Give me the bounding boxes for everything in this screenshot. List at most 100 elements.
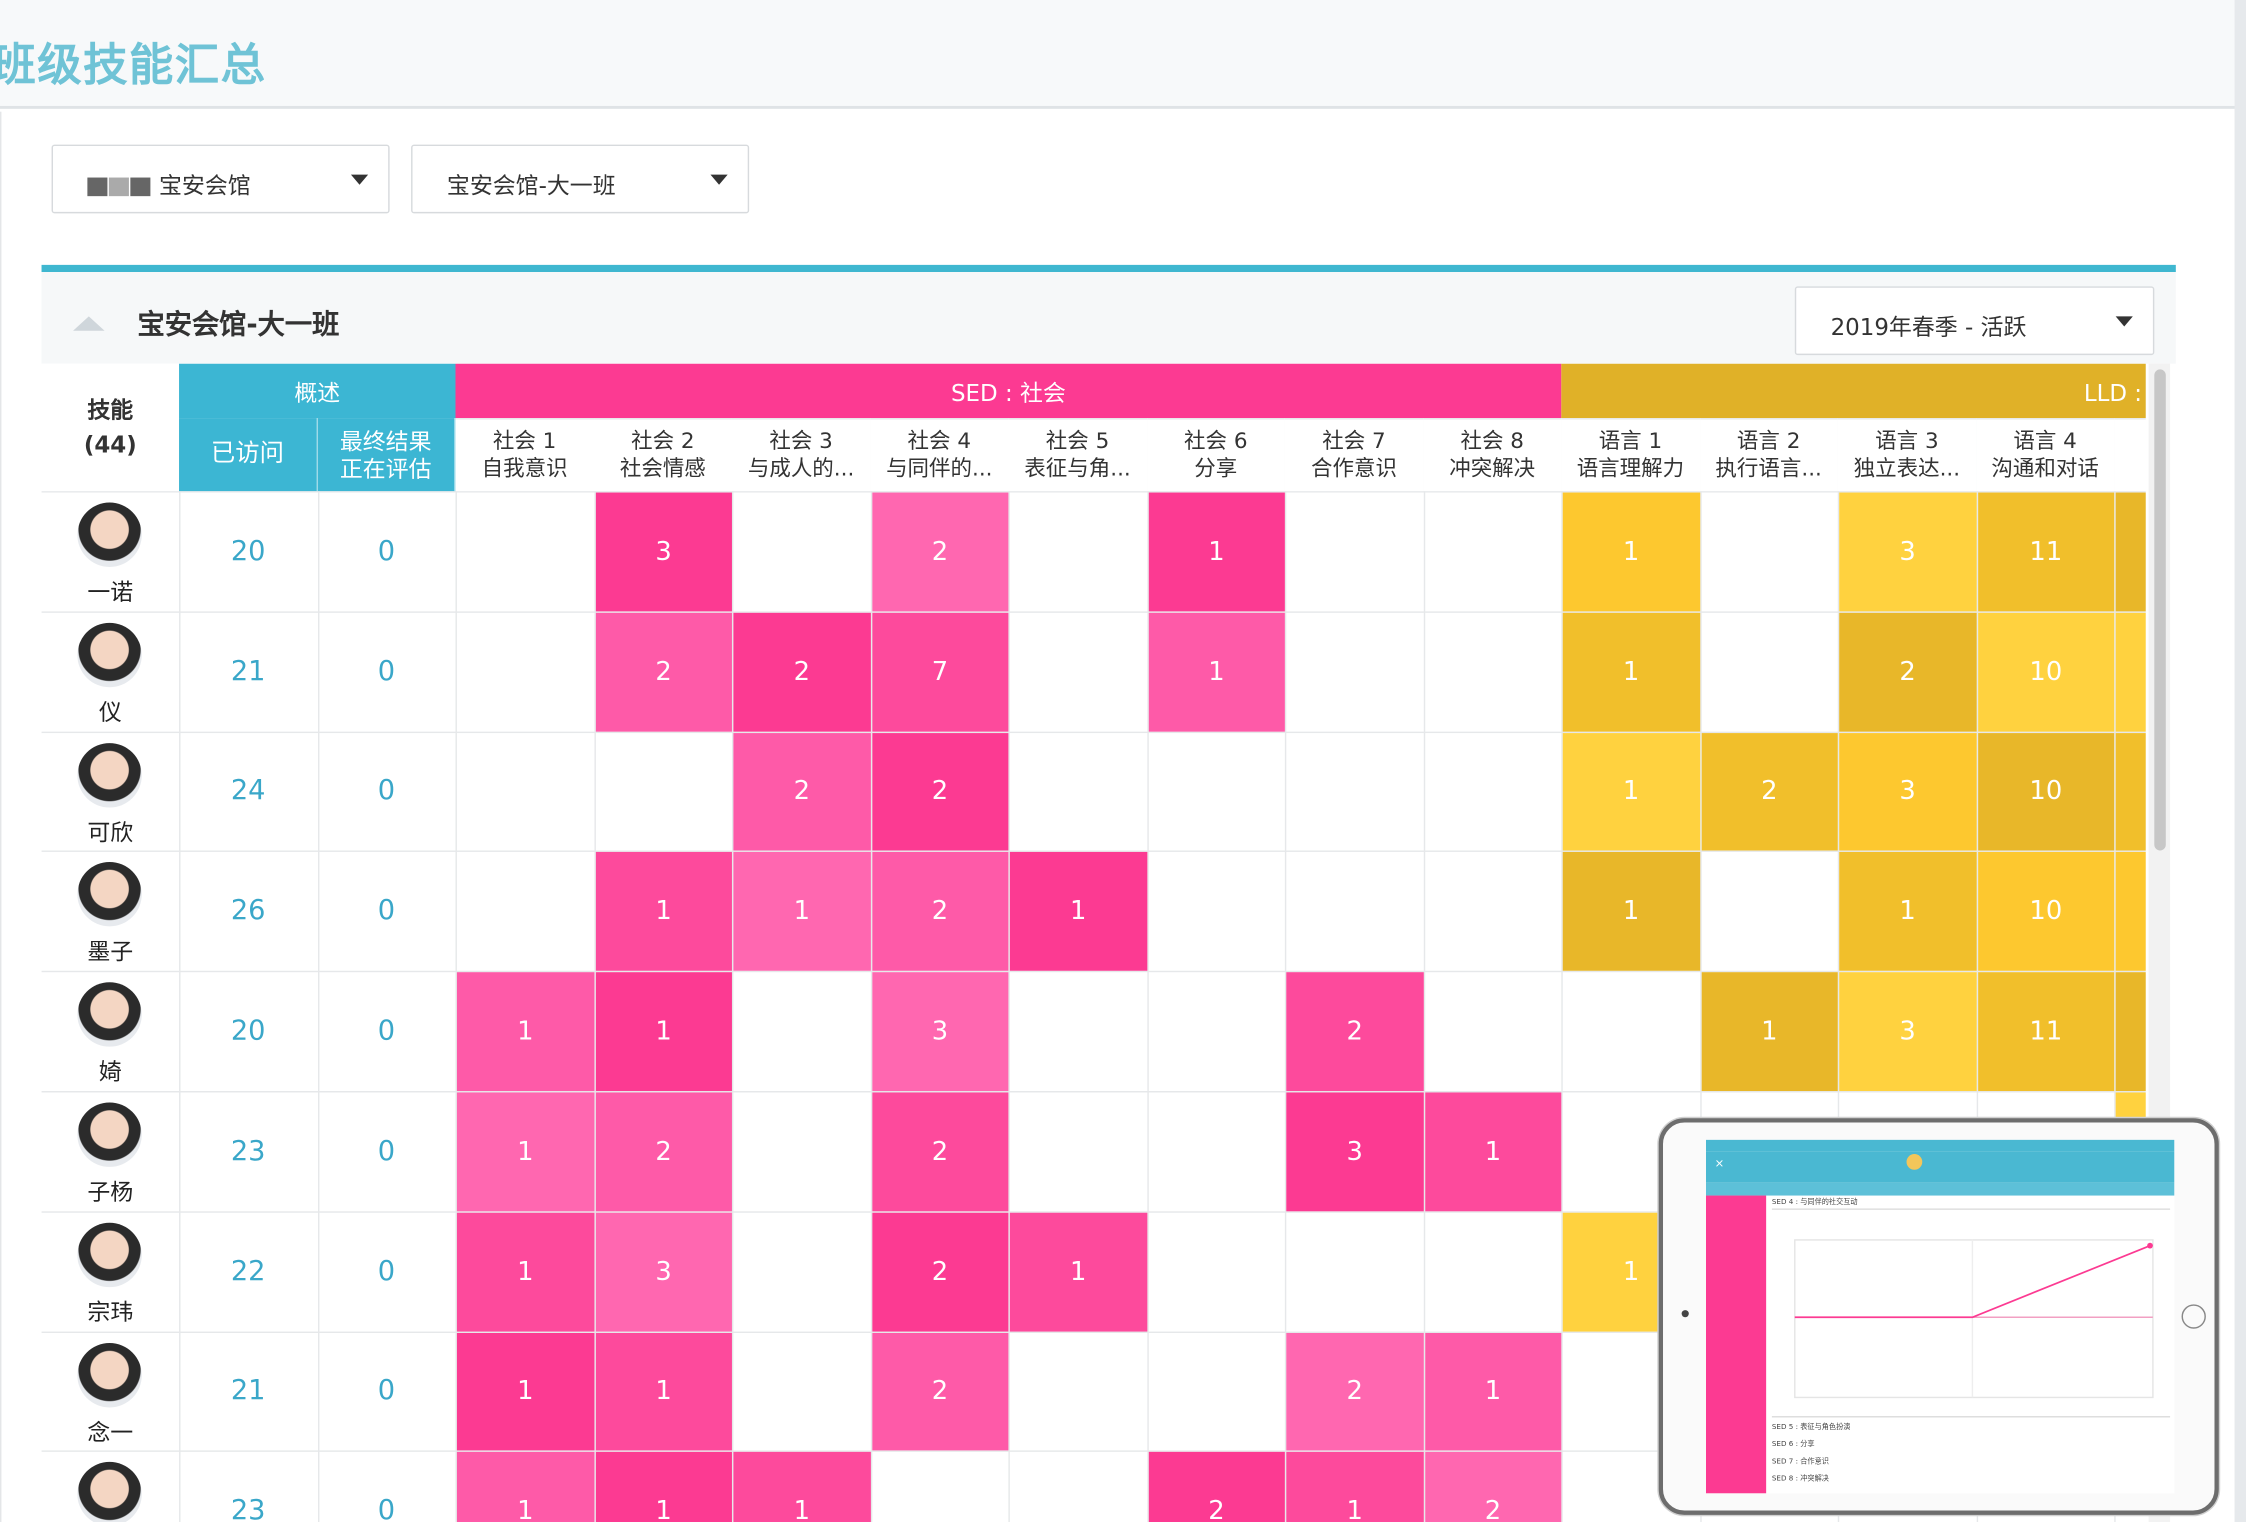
skill-count-cell[interactable]: 2 xyxy=(871,492,1009,612)
skill-count-cell[interactable]: 11 xyxy=(1977,492,2115,612)
skill-count-cell[interactable] xyxy=(2115,972,2146,1092)
skill-count-cell[interactable]: 1 xyxy=(1424,1332,1562,1451)
skill-count-cell[interactable]: 2 xyxy=(1286,972,1424,1092)
skill-column-header[interactable]: 社会 7 合作意识 xyxy=(1284,418,1424,492)
skill-count-cell[interactable]: 2 xyxy=(871,852,1009,972)
evaluating-count[interactable]: 0 xyxy=(317,1331,455,1451)
skill-column-header[interactable]: 社会 5 表征与角... xyxy=(1008,418,1147,492)
collapse-icon[interactable] xyxy=(73,316,105,331)
skill-column-header[interactable]: 语言 4 沟通和对话 xyxy=(1975,418,2115,492)
skill-count-cell[interactable]: 3 xyxy=(595,492,732,612)
skill-count-cell[interactable]: 2 xyxy=(1424,1452,1562,1522)
visited-count[interactable]: 21 xyxy=(179,611,317,731)
skill-count-cell[interactable]: 1 xyxy=(1009,1212,1147,1331)
skill-count-cell[interactable] xyxy=(2115,852,2146,972)
evaluating-count[interactable]: 0 xyxy=(317,1451,455,1522)
skill-count-cell[interactable]: 2 xyxy=(871,1212,1009,1331)
skill-count-cell[interactable]: 3 xyxy=(1839,972,1976,1092)
evaluating-count[interactable]: 0 xyxy=(317,731,455,851)
skill-column-header[interactable]: 语言 2 执行语言... xyxy=(1699,418,1838,492)
skill-count-cell[interactable]: 3 xyxy=(1839,492,1976,612)
skill-count-cell[interactable]: 1 xyxy=(595,1452,732,1522)
evaluating-count[interactable]: 0 xyxy=(317,1211,455,1331)
skill-column-header[interactable]: 社会 3 与成人的... xyxy=(731,418,871,492)
skill-count-value: 2 xyxy=(931,536,949,567)
skill-count-cell[interactable]: 10 xyxy=(1977,852,2115,972)
skill-count-cell[interactable]: 2 xyxy=(733,732,871,852)
skill-column-header[interactable]: 讲 xyxy=(2114,418,2146,492)
skill-count-cell[interactable]: 2 xyxy=(733,612,871,732)
skill-count-cell[interactable]: 3 xyxy=(595,1212,732,1331)
scrollbar-thumb[interactable] xyxy=(2154,369,2166,851)
skill-column-header[interactable]: 语言 1 语言理解力 xyxy=(1561,418,1700,492)
skill-count-cell[interactable]: 1 xyxy=(1562,732,1700,852)
skill-count-cell[interactable]: 11 xyxy=(1977,972,2115,1092)
skill-count-cell[interactable]: 1 xyxy=(733,852,871,972)
skill-count-cell[interactable]: 2 xyxy=(1148,1452,1285,1522)
skill-count-cell[interactable] xyxy=(2115,732,2146,852)
evaluating-count[interactable]: 0 xyxy=(317,971,455,1091)
overview-column-header[interactable]: 最终结果 正在评估 xyxy=(317,418,456,492)
visited-count[interactable]: 24 xyxy=(179,731,317,851)
skill-count-cell[interactable]: 2 xyxy=(1700,732,1838,852)
skill-column-header[interactable]: 社会 1 自我意识 xyxy=(455,418,594,492)
skill-count-cell[interactable]: 2 xyxy=(1286,1332,1424,1451)
visited-count[interactable]: 22 xyxy=(179,1211,317,1331)
skill-count-cell[interactable]: 3 xyxy=(1286,1092,1424,1212)
skill-count-cell[interactable]: 1 xyxy=(1148,612,1285,732)
skill-count-cell[interactable]: 2 xyxy=(871,1092,1009,1212)
skill-count-cell[interactable]: 1 xyxy=(1009,852,1147,972)
skill-count-cell[interactable]: 1 xyxy=(456,1092,594,1212)
skill-count-cell[interactable]: 1 xyxy=(1148,492,1285,612)
skill-count-cell[interactable]: 1 xyxy=(456,972,594,1092)
skill-count-cell[interactable]: 3 xyxy=(1839,732,1976,852)
visited-count[interactable]: 26 xyxy=(179,851,317,971)
skill-count-cell[interactable]: 2 xyxy=(1839,612,1976,732)
skill-count-cell[interactable]: 1 xyxy=(1562,612,1700,732)
column-header-line: 社会 5 xyxy=(1045,428,1110,454)
skill-count-cell[interactable]: 1 xyxy=(595,1332,732,1451)
skill-count-cell[interactable]: 1 xyxy=(456,1332,594,1451)
skill-column-header[interactable]: 社会 8 冲突解决 xyxy=(1423,418,1562,492)
evaluating-count[interactable]: 0 xyxy=(317,851,455,971)
skill-count-cell[interactable]: 2 xyxy=(871,1332,1009,1451)
skill-count-cell[interactable]: 1 xyxy=(595,972,732,1092)
evaluating-count[interactable]: 0 xyxy=(317,611,455,731)
skill-column-header[interactable]: 社会 2 社会情感 xyxy=(593,418,732,492)
term-select[interactable]: 2019年春季 - 活跃 xyxy=(1794,286,2155,356)
skill-count-cell[interactable]: 1 xyxy=(456,1212,594,1331)
skill-count-cell[interactable]: 1 xyxy=(733,1452,871,1522)
evaluating-count[interactable]: 0 xyxy=(317,491,455,611)
skill-count-cell[interactable]: 2 xyxy=(595,1092,732,1212)
skill-count-cell[interactable] xyxy=(2115,492,2146,612)
skill-column-header[interactable]: 语言 3 独立表达... xyxy=(1837,418,1976,492)
evaluating-count[interactable]: 0 xyxy=(317,1091,455,1211)
visited-count[interactable]: 20 xyxy=(179,971,317,1091)
skill-count-cell[interactable]: 10 xyxy=(1977,732,2115,852)
skill-count-cell[interactable]: 1 xyxy=(1839,852,1976,972)
school-select[interactable]: 宝安会馆 xyxy=(51,144,390,214)
overview-column-header[interactable]: 已访问 xyxy=(179,418,318,492)
skill-count-cell[interactable] xyxy=(2115,612,2146,732)
skill-count-cell[interactable]: 1 xyxy=(1700,972,1838,1092)
visited-count[interactable]: 23 xyxy=(179,1091,317,1211)
skill-column-header[interactable]: 社会 4 与同伴的... xyxy=(870,418,1009,492)
skill-count-cell[interactable]: 2 xyxy=(871,732,1009,852)
skill-count-value: 3 xyxy=(1899,1016,1916,1047)
visited-count[interactable]: 23 xyxy=(179,1451,317,1522)
skill-count-cell[interactable]: 1 xyxy=(1286,1452,1424,1522)
skill-column-header[interactable]: 社会 6 分享 xyxy=(1146,418,1285,492)
skill-count-cell[interactable]: 3 xyxy=(871,972,1009,1092)
skill-count-cell[interactable]: 2 xyxy=(595,612,732,732)
visited-count[interactable]: 21 xyxy=(179,1331,317,1451)
skill-count-cell[interactable]: 1 xyxy=(1562,492,1700,612)
skill-count-cell[interactable]: 10 xyxy=(1977,612,2115,732)
skill-count-cell[interactable]: 7 xyxy=(871,612,1009,732)
skill-count-cell[interactable]: 1 xyxy=(595,852,732,972)
skill-count-value: 1 xyxy=(655,1016,672,1047)
class-select[interactable]: 宝安会馆-大一班 xyxy=(411,144,750,214)
visited-count[interactable]: 20 xyxy=(179,491,317,611)
skill-count-cell[interactable]: 1 xyxy=(1562,852,1700,972)
skill-count-cell[interactable]: 1 xyxy=(1424,1092,1562,1212)
skill-count-cell[interactable]: 1 xyxy=(456,1452,594,1522)
